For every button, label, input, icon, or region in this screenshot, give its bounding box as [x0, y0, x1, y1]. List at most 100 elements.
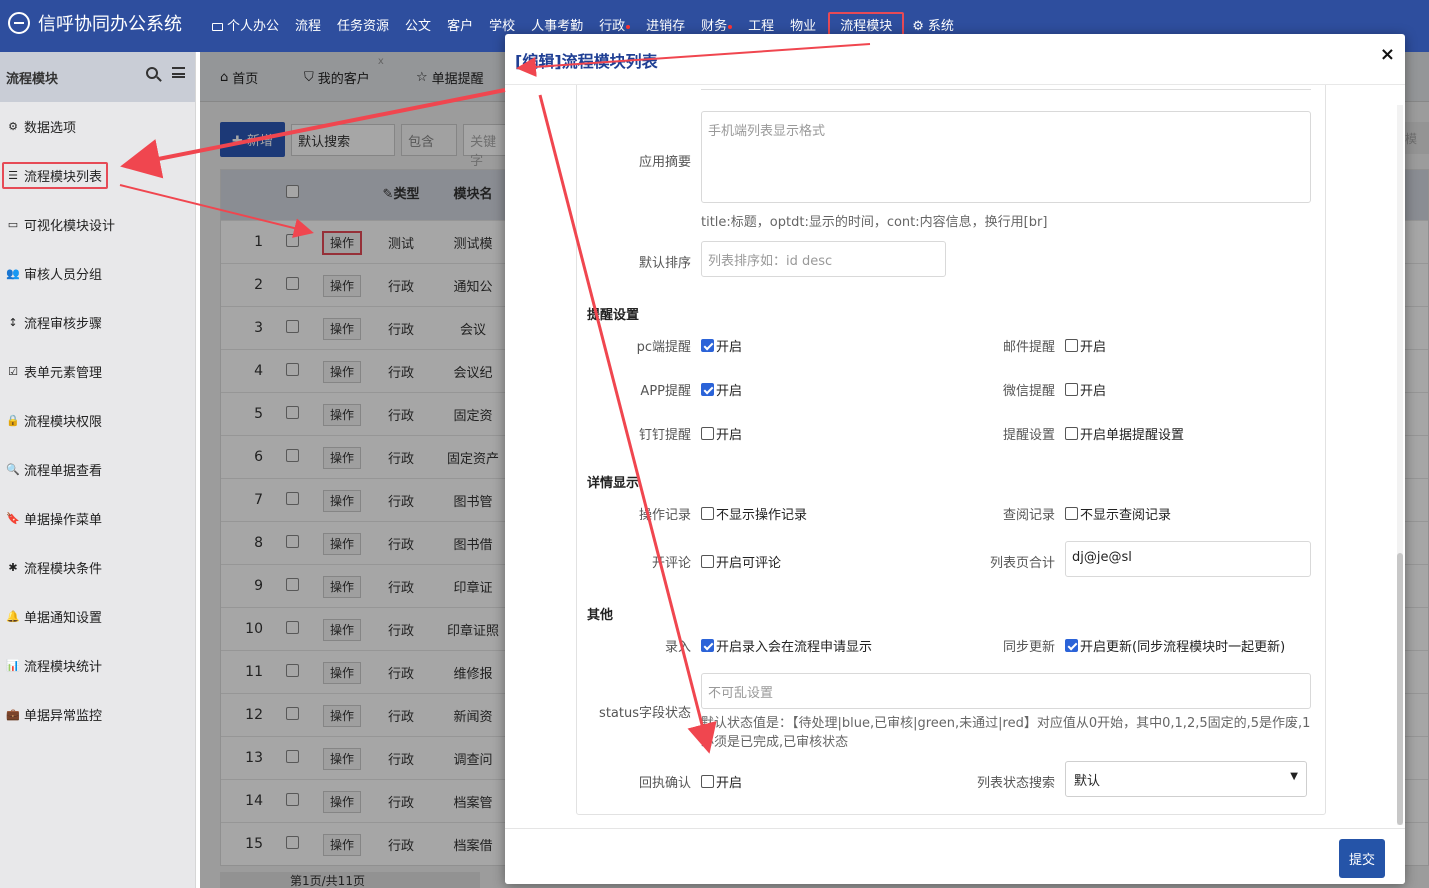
sidebar-item-10[interactable]: 🔔 单据通知设置: [0, 592, 195, 641]
entry-checkbox[interactable]: 开启录入会在流程申请显示: [701, 636, 872, 655]
sidebar: 流程模块 ⚙ 数据选项 ☰ 流程模块列表 ▭ 可视化模块设计 👥 审核人员分组 ↕ 流程审核步骤 ☑…: [0, 52, 196, 888]
notification-dot: [728, 24, 733, 29]
checkbox-icon: [701, 427, 714, 440]
checkbox-icon: ☑: [8, 365, 18, 378]
sidebar-item-12[interactable]: 💼 单据异常监控: [0, 690, 195, 739]
sidebar-item-11[interactable]: 📊 流程模块统计: [0, 641, 195, 690]
sidebar-item-0[interactable]: ⚙ 数据选项: [0, 102, 195, 151]
total-label: 列表页合计: [989, 556, 1055, 571]
ding-remind-label: 钉钉提醒: [638, 428, 691, 443]
sort-input[interactable]: 列表排序如：id desc: [701, 241, 946, 277]
sidebar-item-2[interactable]: ▭ 可视化模块设计: [0, 200, 195, 249]
checkbox-icon: [1065, 427, 1078, 440]
app-remind-label: APP提醒: [640, 384, 691, 399]
sidebar-header: 流程模块: [0, 52, 195, 102]
sidebar-item-7[interactable]: 🔍 流程单据查看: [0, 445, 195, 494]
sidebar-item-9[interactable]: ✱ 流程模块条件: [0, 543, 195, 592]
receipt-checkbox[interactable]: 开启: [701, 772, 742, 791]
sort-label: 默认排序: [638, 256, 691, 271]
receipt-label: 回执确认: [638, 776, 691, 791]
edit-modal: [编辑]流程模块列表 × 应用摘要 手机端列表显示格式 title:标题，opt…: [505, 34, 1405, 884]
scroll-thumb[interactable]: [1397, 553, 1403, 825]
list-status-select[interactable]: 默认 ▼: [1065, 761, 1307, 797]
checkbox-icon: [701, 775, 714, 788]
app-title: 信呼协同办公系统: [38, 14, 182, 35]
nav-label: 个人办公: [227, 19, 280, 34]
submit-button[interactable]: 提交: [1338, 839, 1385, 878]
sidebar-item-1[interactable]: ☰ 流程模块列表: [0, 151, 195, 200]
sidebar-item-label: 单据异常监控: [24, 709, 103, 724]
checkbox-icon: [1065, 383, 1078, 396]
nav-label: 客户: [447, 19, 474, 34]
ding-remind-checkbox[interactable]: 开启: [701, 424, 742, 443]
sidebar-item-5[interactable]: ☑ 表单元素管理: [0, 347, 195, 396]
nav-label: 任务资源: [337, 19, 390, 34]
nav-item-4[interactable]: 客户: [439, 12, 481, 37]
section-other: 其他: [587, 608, 614, 623]
modal-footer: 提交: [505, 828, 1405, 884]
nav-item-3[interactable]: 公文: [397, 12, 439, 37]
menu-icon[interactable]: [172, 67, 185, 78]
form-panel: 应用摘要 手机端列表显示格式 title:标题，optdt:显示的时间，cont…: [576, 85, 1326, 815]
comment-checkbox[interactable]: 开启可评论: [701, 552, 781, 571]
oplog-checkbox[interactable]: 不显示操作记录: [701, 504, 807, 523]
status-hint: 默认状态值是：【待处理|blue,已审核|green,未通过|red】对应值从0…: [701, 716, 1311, 750]
brand[interactable]: 信呼协同办公系统: [8, 10, 182, 36]
checkbox-icon: [1065, 639, 1078, 652]
nav-label: 公文: [405, 19, 432, 34]
wechat-remind-checkbox[interactable]: 开启: [1065, 380, 1106, 399]
sidebar-menu: ⚙ 数据选项 ☰ 流程模块列表 ▭ 可视化模块设计 👥 审核人员分组 ↕ 流程审核步骤 ☑ 表单元素管…: [0, 102, 195, 739]
nav-label: 物业: [790, 19, 817, 34]
mail-remind-checkbox[interactable]: 开启: [1065, 336, 1106, 355]
monitor-icon: [212, 22, 223, 31]
status-input[interactable]: 不可乱设置: [701, 673, 1311, 709]
checkbox-icon: [701, 383, 714, 396]
total-input[interactable]: dj@je@sl: [1065, 541, 1311, 577]
entry-label: 录入: [664, 640, 691, 655]
sidebar-item-6[interactable]: 🔒 流程模块权限: [0, 396, 195, 445]
section-detail: 详情显示: [587, 476, 640, 491]
modal-scrollbar[interactable]: [1397, 105, 1403, 825]
pc-remind-checkbox[interactable]: 开启: [701, 336, 742, 355]
nav-item-0[interactable]: 个人办公: [204, 12, 287, 37]
logo-icon: [8, 12, 30, 34]
sidebar-item-label: 单据通知设置: [24, 611, 103, 626]
viewlog-checkbox[interactable]: 不显示查阅记录: [1065, 504, 1171, 523]
nav-item-1[interactable]: 流程: [287, 12, 329, 37]
sidebar-item-8[interactable]: 🔖 单据操作菜单: [0, 494, 195, 543]
summary-hint: title:标题，optdt:显示的时间，cont:内容信息，换行用[br]: [701, 215, 1048, 230]
sync-label: 同步更新: [1002, 640, 1055, 655]
nav-label: 流程模块: [840, 19, 893, 34]
search-icon[interactable]: [146, 67, 158, 79]
wechat-remind-label: 微信提醒: [1002, 384, 1055, 399]
checkbox-icon: [701, 339, 714, 352]
nav-label: 工程: [748, 19, 775, 34]
sidebar-item-label: 流程模块权限: [24, 415, 103, 430]
summary-label: 应用摘要: [638, 155, 691, 170]
summary-textarea[interactable]: 手机端列表显示格式: [701, 111, 1311, 203]
sidebar-item-label: 单据操作菜单: [24, 513, 103, 528]
gear-icon: ⚙: [912, 19, 924, 34]
monitor-icon: ▭: [7, 218, 19, 231]
bookmark-icon: 🔖: [6, 512, 20, 525]
remind-setting-checkbox[interactable]: 开启单据提醒设置: [1065, 424, 1184, 443]
checkbox-icon: [701, 507, 714, 520]
remind-setting-label: 提醒设置: [1002, 428, 1055, 443]
checkbox-icon: [1065, 507, 1078, 520]
mail-remind-label: 邮件提醒: [1002, 340, 1055, 355]
sidebar-item-4[interactable]: ↕ 流程审核步骤: [0, 298, 195, 347]
search-icon: 🔍: [6, 463, 20, 476]
sidebar-item-3[interactable]: 👥 审核人员分组: [0, 249, 195, 298]
sidebar-title: 流程模块: [6, 71, 59, 87]
sidebar-item-label: 流程模块条件: [24, 562, 103, 577]
bar-chart-icon: 📊: [6, 659, 20, 672]
sidebar-item-label: 流程模块统计: [24, 660, 103, 675]
nav-label: 流程: [295, 19, 322, 34]
sidebar-item-label: 流程单据查看: [24, 464, 103, 479]
nav-item-2[interactable]: 任务资源: [329, 12, 397, 37]
close-icon[interactable]: ×: [1380, 44, 1395, 65]
app-remind-checkbox[interactable]: 开启: [701, 380, 742, 399]
sync-checkbox[interactable]: 开启更新(同步流程模块时一起更新): [1065, 636, 1285, 655]
sidebar-item-label: 审核人员分组: [24, 268, 103, 283]
gear-icon: ⚙: [8, 120, 18, 133]
